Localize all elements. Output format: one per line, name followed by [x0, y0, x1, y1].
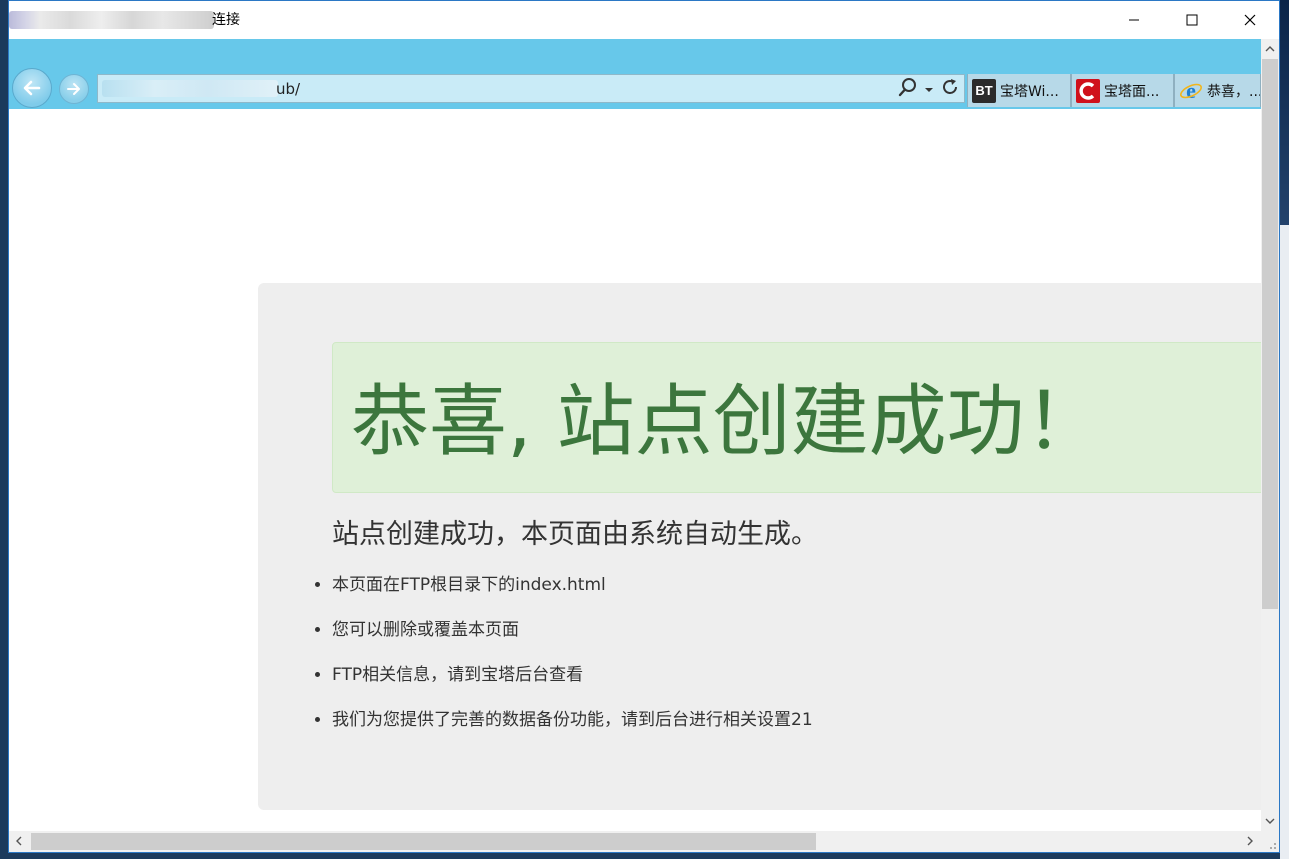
tab-congrats[interactable]: e 恭喜，... [1174, 74, 1261, 107]
maximize-icon [1186, 14, 1198, 26]
resize-grip-icon [1270, 843, 1276, 849]
tab-label: 恭喜，... [1207, 83, 1261, 100]
scroll-down-button[interactable] [1261, 812, 1279, 830]
tab-label: 宝塔面... [1104, 83, 1160, 100]
maximize-button[interactable] [1163, 1, 1221, 39]
address-redacted [102, 80, 278, 97]
chevron-down-icon [925, 87, 933, 92]
back-arrow-icon [23, 80, 41, 96]
forward-arrow-icon [67, 83, 80, 95]
success-alert: 恭喜, 站点创建成功！ [332, 342, 1261, 493]
chevron-right-icon [1247, 836, 1253, 846]
chevron-down-icon [1265, 818, 1275, 824]
scrollbar-corner [1261, 831, 1279, 852]
page-subtitle: 站点创建成功，本页面由系统自动生成。 [332, 519, 818, 550]
chevron-up-icon [1265, 46, 1275, 52]
address-text[interactable]: ub/ [276, 79, 300, 99]
address-dropdown[interactable] [924, 80, 934, 99]
list-item: 我们为您提供了完善的数据备份功能，请到后台进行相关设置21 [332, 708, 813, 733]
page-content: 恭喜, 站点创建成功！ 站点创建成功，本页面由系统自动生成。 本页面在FTP根目… [9, 109, 1261, 831]
refresh-icon [943, 79, 957, 94]
ie-logo-icon: e [1179, 79, 1203, 103]
list-item: 您可以删除或覆盖本页面 [332, 618, 813, 643]
desktop-taskbar-area [1280, 225, 1289, 859]
search-icon [898, 78, 916, 97]
c-logo-icon [1076, 78, 1100, 103]
desktop-background [1280, 0, 1289, 225]
address-tools [898, 78, 960, 100]
jumbotron: 恭喜, 站点创建成功！ 站点创建成功，本页面由系统自动生成。 本页面在FTP根目… [258, 283, 1261, 810]
horizontal-scrollbar[interactable] [9, 831, 1261, 852]
tab-bt-panel-2[interactable]: 宝塔面... [1071, 74, 1174, 107]
tab-label: 宝塔Wi... [1000, 83, 1059, 100]
refresh-button[interactable] [940, 77, 960, 101]
horizontal-scroll-thumb[interactable] [31, 833, 816, 850]
scroll-up-button[interactable] [1261, 40, 1279, 58]
scroll-right-button[interactable] [1241, 832, 1259, 850]
chevron-left-icon [16, 836, 22, 846]
address-bar[interactable]: ub/ [97, 74, 965, 103]
back-button[interactable] [12, 68, 52, 108]
minimize-icon [1129, 19, 1139, 21]
svg-text:e: e [1186, 79, 1196, 103]
title-bar: 连接 [9, 1, 1279, 39]
search-button[interactable] [898, 77, 918, 101]
bt-logo-icon: BT [972, 78, 996, 103]
alert-title: 恭喜, 站点创建成功！ [351, 377, 1103, 467]
window-title: 连接 [212, 12, 240, 28]
list-item: 本页面在FTP根目录下的index.html [332, 573, 813, 598]
navigation-bar: ub/ BT 宝塔Wi... 宝塔面... e 恭喜，... [9, 39, 1261, 109]
scroll-left-button[interactable] [10, 832, 28, 850]
tab-bt-panel[interactable]: BT 宝塔Wi... [967, 74, 1071, 107]
browser-window: 连接 ub/ BT 宝塔Wi... 宝塔面... e 恭喜，... 恭喜, 站点… [8, 0, 1280, 853]
vertical-scroll-thumb[interactable] [1262, 59, 1278, 609]
info-list: 本页面在FTP根目录下的index.html 您可以删除或覆盖本页面 FTP相关… [316, 573, 813, 753]
title-redacted [9, 11, 214, 29]
list-item: FTP相关信息，请到宝塔后台查看 [332, 663, 813, 688]
vertical-scrollbar[interactable] [1261, 39, 1279, 831]
minimize-button[interactable] [1105, 1, 1163, 39]
close-button[interactable] [1221, 1, 1279, 39]
close-icon [1244, 14, 1256, 26]
forward-button[interactable] [59, 74, 89, 104]
